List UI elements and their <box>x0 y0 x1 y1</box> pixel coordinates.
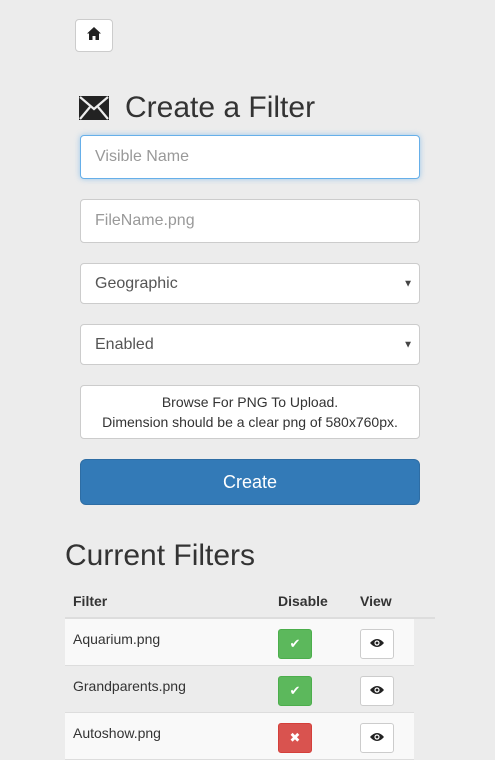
home-button[interactable] <box>75 19 113 52</box>
table-row: Grandparents.png ✔ <box>65 666 414 713</box>
check-icon: ✔ <box>289 636 301 651</box>
create-button[interactable]: Create <box>80 459 420 505</box>
upload-instruction: Browse For PNG To Upload. <box>161 394 339 410</box>
disable-toggle-button[interactable]: ✔ <box>278 629 312 659</box>
eye-icon <box>370 682 384 700</box>
chevron-down-icon: ▼ <box>403 278 413 289</box>
visible-name-input[interactable] <box>80 135 420 179</box>
column-header-view: View <box>360 593 392 609</box>
view-button[interactable] <box>360 629 394 659</box>
column-header-filter: Filter <box>73 593 108 609</box>
file-name-input[interactable] <box>80 199 420 243</box>
filter-name: Autoshow.png <box>73 725 161 741</box>
enable-toggle-button[interactable]: ✖ <box>278 723 312 753</box>
form-header: Create a Filter <box>79 88 315 128</box>
disable-toggle-button[interactable]: ✔ <box>278 676 312 706</box>
category-select-value: Geographic <box>95 274 178 292</box>
view-button[interactable] <box>360 723 394 753</box>
upload-dimension-note: Dimension should be a clear png of 580x7… <box>102 414 398 430</box>
status-select-value: Enabled <box>95 335 154 353</box>
png-upload-button[interactable]: Browse For PNG To Upload. Dimension shou… <box>80 385 420 439</box>
chevron-down-icon: ▼ <box>403 339 413 350</box>
filter-name: Aquarium.png <box>73 631 161 647</box>
current-filters-heading: Current Filters <box>65 539 256 572</box>
table-header: Filter Disable View <box>65 583 435 619</box>
column-header-disable: Disable <box>278 593 328 609</box>
filters-table: Filter Disable View Aquarium.png ✔ Grand… <box>65 583 435 760</box>
filter-name: Grandparents.png <box>73 678 186 694</box>
home-icon <box>87 26 101 45</box>
table-row: Autoshow.png ✖ <box>65 713 414 760</box>
close-icon: ✖ <box>289 730 301 745</box>
table-row: Aquarium.png ✔ <box>65 619 414 666</box>
check-icon: ✔ <box>289 683 301 698</box>
eye-icon <box>370 635 384 653</box>
view-button[interactable] <box>360 676 394 706</box>
page-title: Create a Filter <box>125 91 316 124</box>
category-select[interactable]: Geographic ▼ <box>80 263 420 304</box>
envelope-icon <box>79 96 109 120</box>
status-select[interactable]: Enabled ▼ <box>80 324 420 365</box>
eye-icon <box>370 729 384 747</box>
